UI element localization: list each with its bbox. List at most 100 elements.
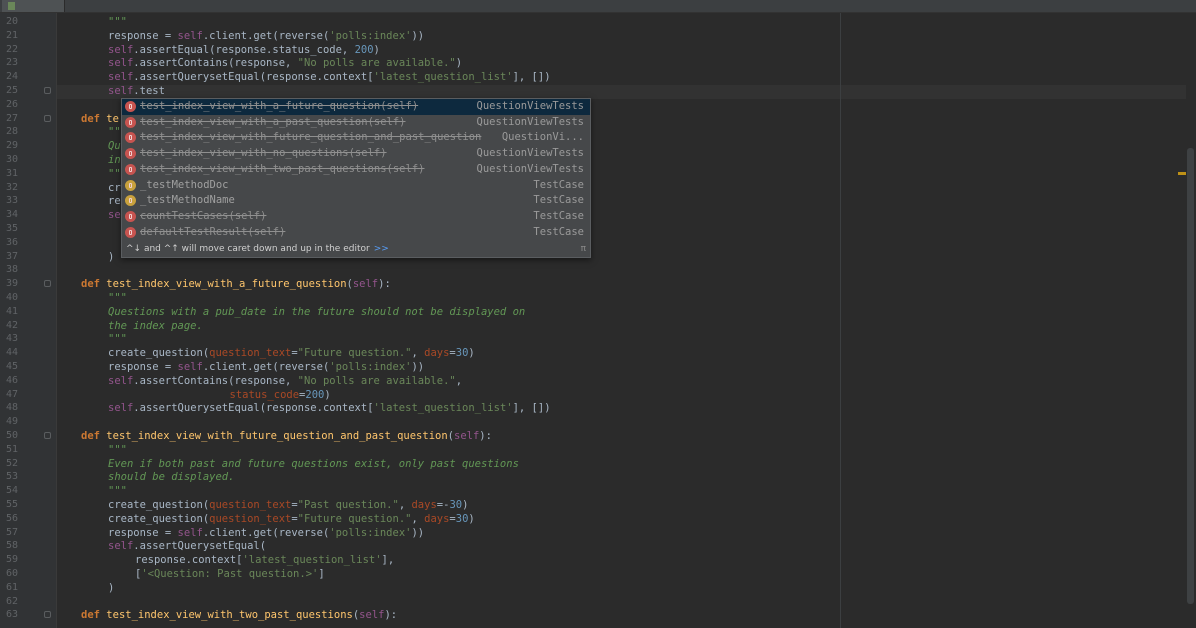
completion-item[interactable]: test_index_view_with_a_past_question(sel… [122, 115, 590, 131]
completion-item[interactable]: test_index_view_with_future_question_and… [122, 130, 590, 146]
code-line[interactable]: 38 [0, 263, 1180, 277]
code-line[interactable]: 55 create_question(question_text="Past qu… [0, 498, 1180, 512]
line-number: 55 [5, 499, 18, 510]
code-line[interactable]: 41 Questions with a pub_date in the futur… [0, 305, 1180, 319]
line-number: 46 [5, 374, 18, 386]
code-line[interactable]: 60 ['<Question: Past question.>'] [0, 567, 1180, 581]
code-text: ) [108, 250, 114, 264]
code-line[interactable]: 57 response = self.client.get(reverse('po… [0, 526, 1180, 540]
completion-item-name: test_index_view_with_two_past_questions(… [140, 162, 425, 175]
completion-item[interactable]: test_index_view_with_two_past_questions(… [122, 162, 590, 178]
line-number: 21 [5, 29, 18, 41]
code-text: """ [108, 332, 127, 346]
code-token: ): [378, 278, 391, 291]
completion-item-type: QuestionViewTests [476, 115, 584, 128]
error-stripe-marker[interactable] [1178, 172, 1186, 175]
line-number: 26 [5, 98, 18, 110]
code-token: ], []) [512, 71, 551, 84]
code-line[interactable]: 25 self.test [0, 84, 1180, 98]
code-text: self.assertContains(response, "No polls … [108, 374, 462, 388]
code-text: ['<Question: Past question.>'] [135, 567, 325, 581]
code-line[interactable]: 52 Even if both past and future questions… [0, 457, 1180, 471]
code-token: self [108, 540, 134, 553]
code-text: def test_index_view_with_two_past_questi… [81, 608, 397, 622]
fold-toggle-icon[interactable] [44, 611, 51, 619]
line-number: 58 [5, 540, 18, 552]
code-token: in [108, 154, 121, 166]
line-number: 30 [5, 154, 18, 165]
line-number: 59 [5, 554, 18, 566]
line-number: 56 [5, 512, 18, 524]
completion-item[interactable]: defaultTestResult(self) TestCase [122, 225, 590, 241]
code-token: def [81, 609, 107, 622]
code-line[interactable]: 54 """ [0, 484, 1180, 498]
code-token: 30 [449, 499, 463, 511]
field-icon [125, 195, 136, 207]
code-token: "" [108, 167, 121, 180]
completion-item[interactable]: countTestCases(self) TestCase [122, 209, 590, 225]
scrollbar-thumb[interactable] [1187, 148, 1194, 604]
code-line[interactable]: 22 self.assertEqual(response.status_code,… [0, 43, 1180, 57]
code-token: .assertContains(response, [133, 374, 298, 387]
code-line[interactable]: 62 [0, 595, 1180, 609]
code-line[interactable]: 20 """ [0, 15, 1180, 29]
code-text: status_code=200) [230, 388, 331, 402]
completion-popup[interactable]: test_index_view_with_a_future_question(s… [121, 98, 591, 258]
code-line[interactable]: 59 response.context['latest_question_list… [0, 553, 1180, 567]
completion-item[interactable]: test_index_view_with_no_questions(self) Q… [122, 146, 590, 162]
code-token: question_text [209, 512, 292, 525]
code-line[interactable]: 42 the index page. [0, 319, 1180, 333]
code-token: "No polls are available." [297, 57, 456, 70]
code-line[interactable]: 53 should be displayed. [0, 470, 1180, 484]
code-line[interactable]: 48 self.assertQuerysetEqual(response.cont… [0, 401, 1180, 415]
code-token: "Past question." [297, 499, 399, 511]
line-number: 38 [5, 264, 18, 276]
code-line[interactable]: 50 def test_index_view_with_future_questi… [0, 429, 1180, 443]
code-line[interactable]: 45 response = self.client.get(reverse('po… [0, 360, 1180, 374]
code-token: .client.get(reverse( [202, 526, 330, 539]
python-file-icon [8, 2, 15, 10]
line-number: 29 [5, 140, 18, 152]
fold-toggle-icon[interactable] [44, 432, 51, 439]
fold-toggle-icon[interactable] [44, 87, 51, 94]
code-token: response = [108, 526, 178, 539]
completion-hint-link[interactable]: >> [374, 244, 389, 254]
code-text: ) [108, 581, 114, 595]
code-line[interactable]: 51 """ [0, 443, 1180, 457]
completion-item[interactable]: _testMethodDoc TestCase [122, 178, 590, 194]
code-line[interactable]: 21 response = self.client.get(reverse('po… [0, 29, 1180, 43]
code-text: Even if both past and future questions e… [108, 457, 519, 471]
code-line[interactable]: 47 status_code=200) [0, 388, 1180, 402]
code-line[interactable]: 58 self.assertQuerysetEqual( [0, 539, 1180, 553]
line-number: 53 [5, 471, 18, 483]
code-token: def [81, 430, 107, 442]
code-line[interactable]: 49 [0, 415, 1180, 429]
code-line[interactable]: 43 """ [0, 332, 1180, 346]
code-token: 'latest_question_list' [242, 554, 382, 567]
code-token: ) [468, 347, 475, 360]
code-line[interactable]: 46 self.assertContains(response, "No poll… [0, 374, 1180, 388]
line-number: 32 [5, 181, 18, 193]
code-line[interactable]: 39 def test_index_view_with_a_future_ques… [0, 277, 1180, 291]
completion-item[interactable]: _testMethodName TestCase [122, 193, 590, 209]
line-number: 28 [5, 126, 18, 138]
file-tab[interactable] [2, 0, 65, 12]
code-line[interactable]: 56 create_question(question_text="Future … [0, 512, 1180, 526]
code-line[interactable]: 44 create_question(question_text="Future … [0, 346, 1180, 360]
code-token: def [81, 112, 107, 125]
code-line[interactable]: 23 self.assertContains(response, "No poll… [0, 56, 1180, 70]
fold-toggle-icon[interactable] [44, 280, 51, 288]
line-number: 61 [5, 581, 18, 593]
code-token: """ [108, 443, 127, 456]
fold-toggle-icon[interactable] [44, 114, 51, 122]
code-line[interactable]: 63 def test_index_view_with_two_past_ques… [0, 608, 1180, 622]
code-line[interactable]: 40 """ [0, 291, 1180, 305]
code-token: .client.get(reverse( [202, 361, 330, 373]
completion-item[interactable]: test_index_view_with_a_future_question(s… [122, 99, 590, 115]
code-line[interactable]: 61) [0, 581, 1180, 595]
code-token: self [454, 430, 480, 442]
code-token: "No polls are available." [297, 374, 456, 387]
line-number: 47 [5, 388, 18, 400]
code-token: cr [108, 181, 121, 194]
code-line[interactable]: 24 self.assertQuerysetEqual(response.cont… [0, 70, 1180, 84]
